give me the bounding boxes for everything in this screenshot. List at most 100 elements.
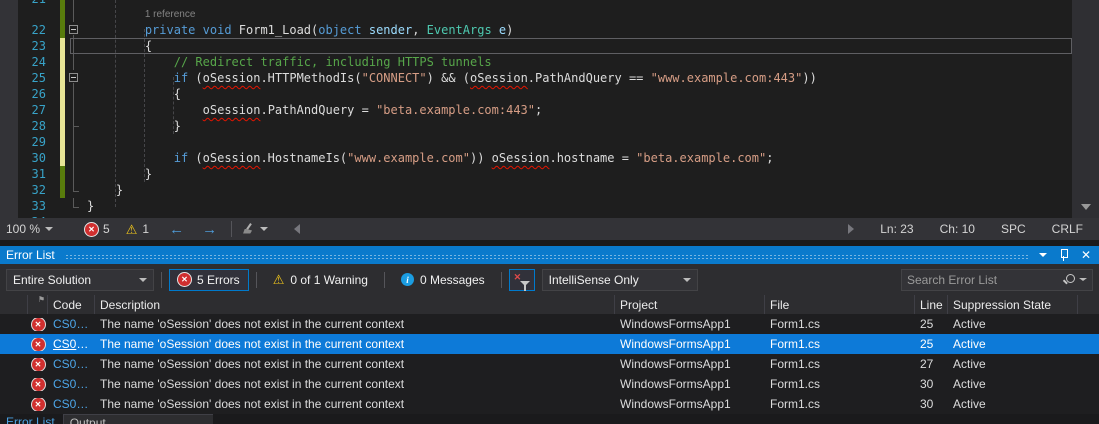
breakpoint-margin[interactable] (0, 198, 18, 214)
eol-indicator[interactable]: CRLF (1052, 222, 1083, 236)
code-line[interactable]: if (oSession.HTTPMethodIs("CONNECT") && … (83, 70, 1072, 86)
scroll-down-arrow-icon[interactable] (1081, 204, 1091, 210)
code-line[interactable]: oSession.PathAndQuery = "beta.example.co… (83, 102, 1072, 118)
code-line[interactable]: { (83, 38, 1072, 54)
error-code-link[interactable]: CS0103 (48, 397, 95, 411)
error-suppression-state: Active (948, 397, 1078, 411)
error-code-link[interactable]: CS0103 (48, 337, 95, 351)
error-row[interactable]: ✕CS0103The name 'oSession' does not exis… (0, 334, 1099, 354)
code-line[interactable]: private void Form1_Load(object sender, E… (83, 22, 1072, 38)
error-code-link[interactable]: CS0103 (48, 317, 95, 331)
outline-margin[interactable] (65, 54, 83, 70)
spaces-indicator[interactable]: SPC (1001, 222, 1026, 236)
code-line[interactable]: } (83, 182, 1072, 198)
breakpoint-margin[interactable] (0, 102, 18, 118)
breakpoint-margin[interactable] (0, 118, 18, 134)
breakpoint-margin[interactable] (0, 134, 18, 150)
hscroll-left-arrow-icon[interactable] (294, 224, 300, 234)
collapse-box-icon[interactable] (69, 73, 78, 82)
pin-icon[interactable] (1059, 249, 1069, 261)
outline-margin[interactable] (65, 134, 83, 150)
chevron-down-icon[interactable] (260, 227, 268, 231)
window-position-icon[interactable] (1039, 253, 1047, 257)
column-header-description[interactable]: Description (95, 295, 615, 314)
code-line[interactable]: } (83, 118, 1072, 134)
close-icon[interactable]: ✕ (1081, 249, 1091, 261)
code-token: .PathAndQuery = (260, 103, 376, 117)
outline-margin[interactable] (65, 182, 83, 198)
intellisense-dropdown[interactable]: IntelliSense Only (542, 269, 698, 291)
error-description: The name 'oSession' does not exist in th… (95, 337, 615, 351)
outline-margin[interactable] (65, 0, 83, 7)
error-row[interactable]: ✕CS0103The name 'oSession' does not exis… (0, 314, 1099, 334)
error-code-link[interactable]: CS0103 (48, 377, 95, 391)
tab-error-list[interactable]: Error List (0, 414, 63, 424)
code-line[interactable]: } (83, 198, 1072, 214)
code-line[interactable]: if (oSession.HostnameIs("www.example.com… (83, 150, 1072, 166)
outline-margin[interactable] (65, 70, 83, 86)
outline-margin[interactable] (65, 102, 83, 118)
breakpoint-margin[interactable] (0, 182, 18, 198)
code-line[interactable]: { (83, 86, 1072, 102)
search-icon[interactable] (1062, 273, 1075, 286)
severity-cell: ✕ (28, 378, 48, 391)
messages-filter-button[interactable]: i 0 Messages (392, 269, 494, 291)
outline-margin[interactable] (65, 118, 83, 134)
code-row: 22private void Form1_Load(object sender,… (0, 22, 1072, 38)
error-row[interactable]: ✕CS0103The name 'oSession' does not exis… (0, 394, 1099, 414)
error-indicator[interactable]: ✕ 5 (85, 222, 110, 236)
breakpoint-margin[interactable] (0, 166, 18, 182)
drag-handle[interactable] (65, 254, 1029, 260)
outline-margin[interactable] (65, 86, 83, 102)
error-row[interactable]: ✕CS0103The name 'oSession' does not exis… (0, 374, 1099, 394)
column-header-code[interactable]: Code (48, 295, 95, 314)
zoom-control[interactable]: 100 % (6, 222, 53, 236)
column-header-suppression[interactable]: Suppression State (948, 295, 1078, 314)
breakpoint-margin[interactable] (0, 150, 18, 166)
errors-filter-button[interactable]: ✕ 5 Errors (169, 269, 249, 291)
navigate-forward-button[interactable]: → (202, 222, 217, 237)
breakpoint-margin[interactable] (0, 70, 18, 86)
editor-viewport[interactable]: 211 reference22private void Form1_Load(o… (0, 0, 1072, 218)
search-input[interactable] (907, 273, 1058, 287)
outline-margin[interactable] (65, 166, 83, 182)
outline-margin[interactable] (65, 7, 83, 22)
code-line[interactable] (83, 0, 1072, 7)
error-row[interactable]: ✕CS0103The name 'oSession' does not exis… (0, 354, 1099, 374)
vertical-scrollbar[interactable] (1072, 0, 1099, 218)
column-header-file[interactable]: File (765, 295, 915, 314)
code-line[interactable]: // Redirect traffic, including HTTPS tun… (83, 54, 1072, 70)
error-list-title-bar[interactable]: Error List ✕ (0, 246, 1099, 264)
warning-indicator[interactable]: ⚠ 1 (126, 222, 149, 236)
tab-output[interactable]: Output (63, 414, 213, 424)
warnings-filter-button[interactable]: ⚠ 0 of 1 Warning (264, 269, 377, 291)
code-editor[interactable]: 211 reference22private void Form1_Load(o… (0, 0, 1099, 218)
code-cleanup-button[interactable] (242, 223, 268, 236)
column-header-line[interactable]: Line (915, 295, 948, 314)
code-line[interactable] (83, 134, 1072, 150)
breakpoint-margin[interactable] (0, 22, 18, 38)
collapse-box-icon[interactable] (69, 25, 78, 34)
gutter-column-header[interactable] (0, 295, 28, 314)
chevron-down-icon[interactable] (45, 227, 53, 231)
code-line[interactable]: } (83, 166, 1072, 182)
outline-margin[interactable] (65, 38, 83, 54)
error-code-link[interactable]: CS0103 (48, 357, 95, 371)
codelens-references[interactable]: 1 reference (83, 7, 1072, 22)
severity-column-header[interactable]: ⚑ (28, 295, 48, 314)
breakpoint-margin[interactable] (0, 7, 18, 22)
search-box[interactable] (901, 269, 1093, 291)
outline-margin[interactable] (65, 198, 83, 214)
column-header-project[interactable]: Project (615, 295, 765, 314)
scope-dropdown[interactable]: Entire Solution (6, 269, 154, 291)
outline-margin[interactable] (65, 150, 83, 166)
navigate-back-button[interactable]: ← (169, 222, 184, 237)
breakpoint-margin[interactable] (0, 54, 18, 70)
outline-margin[interactable] (65, 22, 83, 38)
breakpoint-margin[interactable] (0, 86, 18, 102)
chevron-down-icon[interactable] (1079, 278, 1087, 281)
breakpoint-margin[interactable] (0, 38, 18, 54)
multi-filter-button[interactable]: ✕ (509, 269, 535, 291)
breakpoint-margin[interactable] (0, 0, 18, 7)
hscroll-right-arrow-icon[interactable] (848, 224, 854, 234)
